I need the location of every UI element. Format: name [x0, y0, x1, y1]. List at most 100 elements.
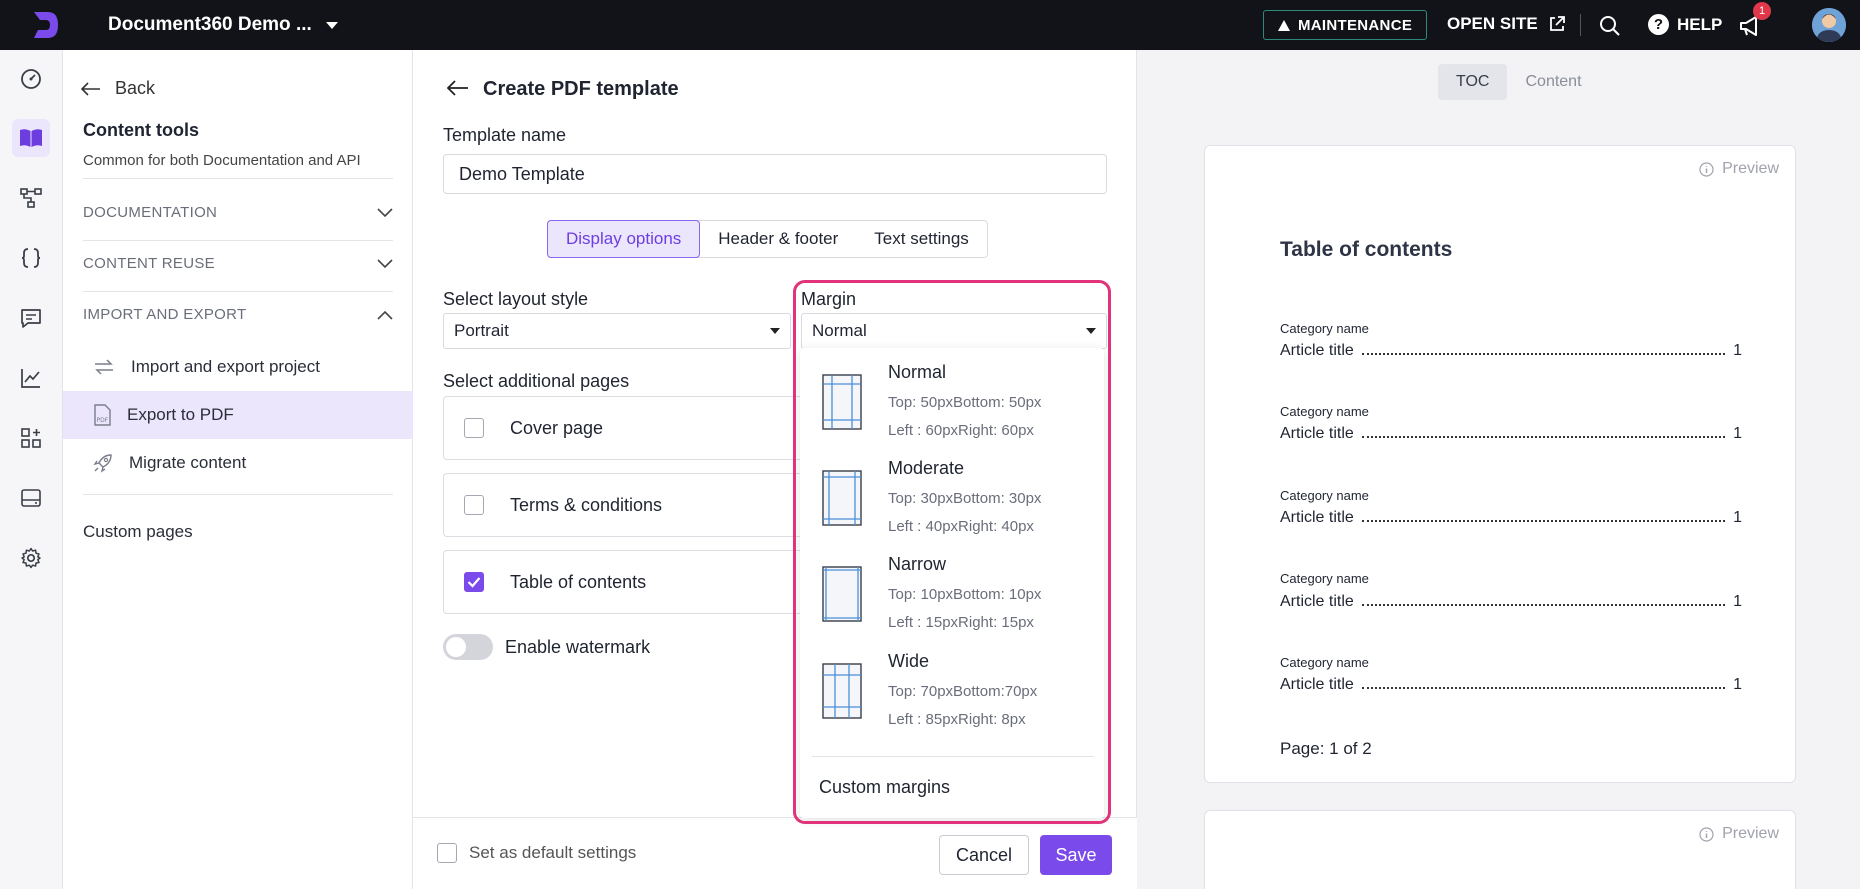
search-icon[interactable]	[1598, 14, 1622, 38]
divider	[83, 240, 393, 241]
page-title: Create PDF template	[483, 78, 679, 100]
toc-category: Category name	[1280, 571, 1369, 586]
template-name-label: Template name	[443, 125, 567, 145]
toc-checkbox[interactable]	[464, 572, 484, 592]
sidebar-item-label: Export to PDF	[127, 405, 234, 424]
toc-entry: Article title 1	[1280, 509, 1742, 527]
document360-logo-icon[interactable]	[26, 6, 64, 44]
template-name-input[interactable]: Demo Template	[443, 154, 1107, 194]
content-tools-sidebar: Back Content tools Common for both Docum…	[63, 50, 413, 889]
section-documentation[interactable]: DOCUMENTATION	[83, 204, 393, 221]
preview-panel: TOC Content Preview Table of contents Ca…	[1137, 50, 1860, 889]
section-import-export-label: IMPORT AND EXPORT	[83, 306, 247, 323]
form-footer: Set as default settings Cancel Save	[413, 817, 1137, 889]
toc-entry: Article title 1	[1280, 593, 1742, 611]
toc-page-number: 1	[1733, 676, 1742, 693]
layout-style-select[interactable]: Portrait	[443, 313, 791, 349]
cover-page-checkbox[interactable]	[464, 418, 484, 438]
additional-pages-label: Select additional pages	[443, 371, 630, 391]
notification-badge: 1	[1753, 2, 1771, 20]
toc-category: Category name	[1280, 488, 1369, 503]
tab-toc[interactable]: TOC	[1438, 64, 1508, 100]
back-link[interactable]: Back	[81, 78, 155, 99]
cancel-button[interactable]: Cancel	[939, 835, 1029, 875]
checkmark-icon	[467, 577, 481, 588]
layout-style-value: Portrait	[454, 321, 509, 340]
arrow-left-icon[interactable]	[447, 80, 469, 96]
preview-label: Preview	[1722, 160, 1779, 177]
watermark-toggle[interactable]	[443, 634, 493, 660]
external-link-icon	[1549, 16, 1565, 31]
drive-icon[interactable]	[18, 485, 44, 511]
sidebar-item-custom-pages[interactable]: Custom pages	[83, 522, 193, 542]
toc-page-number: 1	[1733, 342, 1742, 359]
toc-entry: Article title 1	[1280, 342, 1742, 360]
sidebar-item-import-export-project[interactable]: Import and export project	[63, 343, 413, 391]
open-site-button[interactable]: OPEN SITE	[1447, 14, 1566, 34]
settings-gear-icon[interactable]	[18, 545, 44, 571]
toc-page-number: 1	[1733, 509, 1742, 526]
section-content-reuse[interactable]: CONTENT REUSE	[83, 255, 393, 272]
project-switcher[interactable]: Document360 Demo ...	[108, 14, 338, 36]
sidebar-item-migrate-content[interactable]: Migrate content	[63, 439, 413, 487]
documentation-icon[interactable]	[12, 119, 50, 157]
dashboard-icon[interactable]	[18, 66, 44, 92]
toc-article: Article title	[1280, 676, 1354, 693]
tab-text-settings[interactable]: Text settings	[856, 220, 987, 258]
save-button[interactable]: Save	[1040, 835, 1112, 875]
warning-icon	[1278, 19, 1290, 31]
toc-option[interactable]: Table of contents	[443, 550, 803, 614]
sidebar-subtitle: Common for both Documentation and API	[83, 152, 361, 169]
divider	[1580, 14, 1581, 36]
avatar[interactable]	[1812, 8, 1846, 42]
icon-rail	[0, 50, 63, 889]
sidebar-item-label: Import and export project	[131, 357, 320, 376]
toc-category: Category name	[1280, 321, 1369, 336]
section-content-reuse-label: CONTENT REUSE	[83, 255, 215, 272]
help-button[interactable]: ? HELP	[1648, 14, 1722, 35]
dot-leader	[1361, 604, 1726, 606]
toc-label: Table of contents	[510, 571, 647, 592]
sidebar-title: Content tools	[83, 120, 199, 140]
tab-content[interactable]: Content	[1507, 64, 1599, 100]
terms-checkbox[interactable]	[464, 495, 484, 515]
toc-category: Category name	[1280, 404, 1369, 419]
divider	[83, 494, 393, 495]
maintenance-label: MAINTENANCE	[1298, 16, 1413, 34]
margin-highlight-frame	[793, 280, 1111, 824]
chevron-down-icon	[377, 258, 393, 268]
toc-category: Category name	[1280, 655, 1369, 670]
divider	[83, 291, 393, 292]
toc-entry: Article title 1	[1280, 676, 1742, 694]
cover-page-option[interactable]: Cover page	[443, 396, 803, 460]
workflow-icon[interactable]	[18, 185, 44, 211]
sync-arrows-icon	[95, 359, 113, 375]
preview-page-2: Preview	[1204, 810, 1796, 889]
project-name: Document360 Demo ...	[108, 14, 312, 35]
terms-label: Terms & conditions	[510, 494, 663, 515]
open-site-label: OPEN SITE	[1447, 14, 1538, 33]
svg-text:PDF: PDF	[97, 417, 109, 424]
preview-label: Preview	[1722, 825, 1779, 842]
integrations-icon[interactable]	[18, 425, 44, 451]
terms-option[interactable]: Terms & conditions	[443, 473, 803, 537]
divider	[83, 178, 393, 179]
feedback-icon[interactable]	[18, 305, 44, 331]
dot-leader	[1361, 436, 1726, 438]
pdf-file-icon: PDF	[94, 404, 111, 426]
option-tabs: Display options Header & footer Text set…	[547, 220, 988, 258]
sidebar-item-label: Migrate content	[129, 453, 247, 472]
default-settings-option[interactable]: Set as default settings	[437, 843, 636, 863]
preview-page: Preview Table of contents Category name …	[1204, 145, 1796, 783]
sidebar-item-export-pdf[interactable]: PDF Export to PDF	[63, 391, 413, 439]
section-import-export[interactable]: IMPORT AND EXPORT	[83, 306, 393, 323]
api-braces-icon[interactable]	[18, 245, 44, 271]
default-settings-checkbox[interactable]	[437, 843, 457, 863]
analytics-icon[interactable]	[18, 365, 44, 391]
tab-header-footer[interactable]: Header & footer	[700, 220, 856, 258]
toc-page-number: 1	[1733, 425, 1742, 442]
tab-display-options[interactable]: Display options	[547, 220, 701, 258]
dot-leader	[1361, 353, 1726, 355]
maintenance-button[interactable]: MAINTENANCE	[1263, 10, 1428, 40]
top-bar: Document360 Demo ... MAINTENANCE OPEN SI…	[0, 0, 1860, 50]
